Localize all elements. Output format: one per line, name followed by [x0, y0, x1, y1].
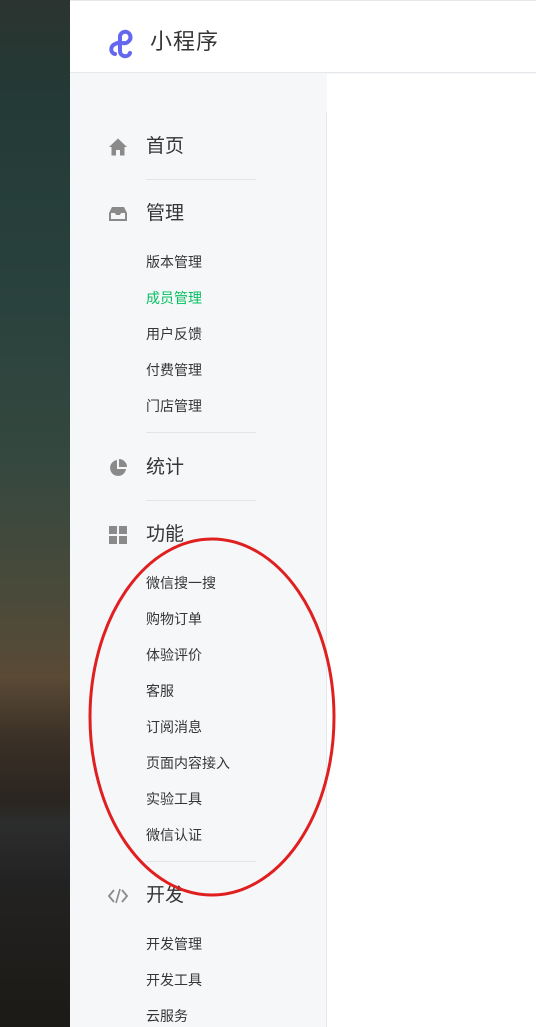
sidebar-item-page-content[interactable]: 页面内容接入 [146, 754, 230, 774]
sidebar-item-dev-manage[interactable]: 开发管理 [146, 935, 202, 955]
sidebar-item-wechat-verify[interactable]: 微信认证 [146, 826, 202, 846]
divider [146, 432, 256, 433]
divider [146, 500, 256, 501]
sidebar-item-dev-tools[interactable]: 开发工具 [146, 971, 202, 991]
mini-program-logo-icon [109, 29, 133, 59]
sidebar-item-home[interactable]: 首页 [70, 128, 326, 164]
sidebar-item-customer-service[interactable]: 客服 [146, 682, 174, 702]
sidebar-item-wechat-search[interactable]: 微信搜一搜 [146, 574, 216, 594]
sidebar-section-features[interactable]: 功能 [70, 516, 326, 552]
sidebar-item-experiment-tools[interactable]: 实验工具 [146, 790, 202, 810]
sidebar-item-shopping-orders[interactable]: 购物订单 [146, 610, 202, 630]
sidebar-section-features-label: 功能 [146, 523, 185, 545]
code-icon [108, 888, 128, 904]
background-photo [0, 0, 70, 1027]
sidebar-item-stats-label: 统计 [146, 456, 185, 478]
pie-chart-icon [110, 459, 127, 476]
sidebar-item-home-label: 首页 [146, 135, 185, 157]
sidebar-item-experience-review[interactable]: 体验评价 [146, 646, 202, 666]
divider [146, 861, 256, 862]
home-icon [109, 138, 127, 156]
inbox-icon [109, 207, 127, 221]
grid-icon [109, 526, 127, 544]
main-content [327, 74, 536, 1027]
sidebar-item-cloud-service[interactable]: 云服务 [146, 1007, 188, 1027]
top-bar: 小程序 [70, 0, 536, 73]
sidebar-item-payment-manage[interactable]: 付费管理 [146, 361, 202, 381]
sidebar-item-member-manage[interactable]: 成员管理 [146, 289, 202, 309]
app-window: 小程序 首页 管理 版本管理 成员管理 用户反馈 付费管理 门店管理 统计 功能… [70, 0, 536, 1027]
sidebar-section-dev[interactable]: 开发 [70, 877, 326, 913]
sidebar-section-dev-label: 开发 [146, 884, 185, 906]
sidebar-section-manage-label: 管理 [146, 202, 185, 224]
sidebar-item-version-manage[interactable]: 版本管理 [146, 253, 202, 273]
divider [146, 179, 256, 180]
sidebar-item-stats[interactable]: 统计 [70, 449, 326, 485]
app-title: 小程序 [150, 30, 220, 55]
sidebar-item-user-feedback[interactable]: 用户反馈 [146, 325, 202, 345]
sidebar-section-manage[interactable]: 管理 [70, 195, 326, 231]
sidebar-item-store-manage[interactable]: 门店管理 [146, 397, 202, 417]
sidebar-item-subscribe-message[interactable]: 订阅消息 [146, 718, 202, 738]
